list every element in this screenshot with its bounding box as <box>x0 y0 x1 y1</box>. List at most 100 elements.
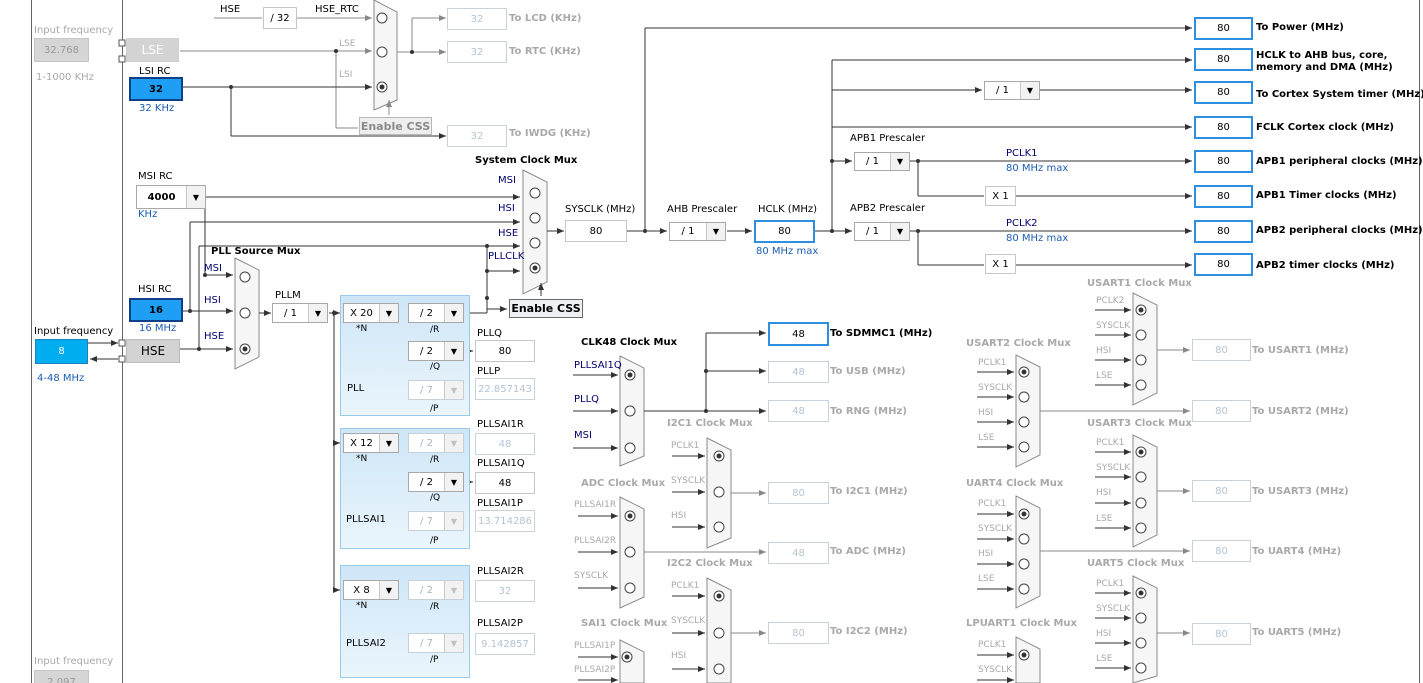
bottom-input-frequency-field[interactable]: 2.097 <box>34 670 89 683</box>
pllsai1-r-dropdown[interactable]: / 2 ▼ <box>408 433 464 453</box>
pll-source-hse-label: HSE <box>204 331 225 342</box>
hsi-unit-label: 16 MHz <box>139 323 177 334</box>
pllsai2-n-dropdown[interactable]: X 8 ▼ <box>343 580 399 600</box>
apb2-timer-output-value[interactable]: 80 <box>1194 253 1253 276</box>
lsi-rc-value[interactable]: 32 <box>129 77 183 101</box>
lcd-output-value: 32 <box>447 8 507 30</box>
rng-output-value: 48 <box>768 400 829 422</box>
pll-q-value: / 2 <box>420 345 433 357</box>
pll-p-dropdown[interactable]: / 7 ▼ <box>408 380 464 400</box>
pll-r-dropdown[interactable]: / 2 ▼ <box>408 303 464 323</box>
hclk-ahb-output-value[interactable]: 80 <box>1194 48 1253 71</box>
i2c2-output-label: To I2C2 (MHz) <box>830 626 908 637</box>
pllsai1-n-dropdown[interactable]: X 12 ▼ <box>343 433 399 453</box>
chevron-down-icon: ▼ <box>890 223 909 240</box>
fclk-output-value[interactable]: 80 <box>1194 116 1253 139</box>
apb2-timer-multiplier: X 1 <box>985 254 1016 274</box>
hse-range-label: 4-48 MHz <box>37 373 85 384</box>
uart4-mux-title: UART4 Clock Mux <box>966 478 1064 489</box>
apb2-peripheral-output-label: APB2 peripheral clocks (MHz) <box>1256 225 1423 236</box>
msi-unit-label: KHz <box>138 209 158 220</box>
chevron-down-icon: ▼ <box>444 434 463 452</box>
sdmmc1-output-label: To SDMMC1 (MHz) <box>830 328 933 339</box>
pllsai1q-label: PLLSAI1Q <box>477 458 525 469</box>
lse-input-frequency-field[interactable]: 32.768 <box>34 38 89 62</box>
apb2-prescaler-dropdown[interactable]: / 1 ▼ <box>854 222 910 241</box>
usart1-in-hsi: HSI <box>1096 346 1112 356</box>
pllsai2-p-label: /P <box>430 655 439 665</box>
apb1-timer-output-label: APB1 Timer clocks (MHz) <box>1256 190 1397 201</box>
system-clock-mux-title: System Clock Mux <box>475 155 578 166</box>
usart3-mux-title: USART3 Clock Mux <box>1087 418 1192 429</box>
rtc-enable-css-button[interactable]: Enable CSS <box>359 117 432 135</box>
sai1-mux <box>619 639 645 683</box>
hclk-label: HCLK (MHz) <box>758 204 818 215</box>
sys-mux-pllclk-label: PLLCLK <box>488 251 525 262</box>
pll-n-dropdown[interactable]: X 20 ▼ <box>343 303 399 323</box>
pllm-label: PLLM <box>275 290 301 301</box>
pllsai1q-value[interactable]: 48 <box>475 472 535 494</box>
pllsai1-name-label: PLLSAI1 <box>346 514 386 525</box>
usart2-in-lse: LSE <box>978 433 995 443</box>
iwdg-output-label: To IWDG (KHz) <box>509 128 591 139</box>
apb1-peripheral-output-value[interactable]: 80 <box>1194 150 1253 173</box>
adc-in-pllsai1r: PLLSAI1R <box>574 500 617 510</box>
lcd-output-label: To LCD (KHz) <box>509 13 582 24</box>
cortex-timer-divider-dropdown[interactable]: / 1 ▼ <box>984 81 1040 100</box>
pllsai1-q-dropdown[interactable]: / 2 ▼ <box>408 472 464 492</box>
apb2-timer-output-label: APB2 timer clocks (MHz) <box>1256 260 1395 271</box>
clk48-in-msi: MSI <box>574 430 592 441</box>
chevron-down-icon: ▼ <box>706 223 725 240</box>
lse-source-block[interactable]: LSE <box>126 38 179 62</box>
usart1-in-pclk2: PCLK2 <box>1096 296 1125 306</box>
usart1-mux-title: USART1 Clock Mux <box>1087 278 1192 289</box>
sysclk-value[interactable]: 80 <box>565 220 627 242</box>
hse-rtc-label: HSE_RTC <box>315 4 359 15</box>
pll-q-dropdown[interactable]: / 2 ▼ <box>408 341 464 361</box>
uart4-output-label: To UART4 (MHz) <box>1252 546 1342 557</box>
pllm-dropdown[interactable]: / 1 ▼ <box>272 303 328 323</box>
chevron-down-icon: ▼ <box>379 581 398 599</box>
pllsai1p-label: PLLSAI1P <box>477 498 523 509</box>
ahb-prescaler-dropdown[interactable]: / 1 ▼ <box>669 222 726 241</box>
apb2-peripheral-output-value[interactable]: 80 <box>1194 220 1253 243</box>
adc-output-label: To ADC (MHz) <box>830 546 906 557</box>
pllm-value: / 1 <box>284 307 297 319</box>
i2c1-output-value: 80 <box>768 482 829 504</box>
chevron-down-icon: ▼ <box>444 634 463 652</box>
pll-r-value: / 2 <box>420 307 433 319</box>
hsi-rc-value[interactable]: 16 <box>129 298 183 322</box>
apb1-prescaler-dropdown[interactable]: / 1 ▼ <box>854 152 910 171</box>
hse-source-block[interactable]: HSE <box>126 339 180 363</box>
pllsai1-p-dropdown[interactable]: / 7 ▼ <box>408 511 464 531</box>
adc-mux-title: ADC Clock Mux <box>581 478 666 489</box>
hse-input-frequency-field[interactable]: 8 <box>35 339 88 364</box>
pllsai2-p-dropdown[interactable]: / 7 ▼ <box>408 633 464 653</box>
pllq-label: PLLQ <box>477 328 503 339</box>
i2c2-in-sysclk: SYSCLK <box>671 616 706 626</box>
system-enable-css-button[interactable]: Enable CSS <box>509 299 583 318</box>
power-output-label: To Power (MHz) <box>1256 22 1344 33</box>
uart4-in-hsi: HSI <box>978 549 994 559</box>
cortex-timer-output-value[interactable]: 80 <box>1194 81 1253 104</box>
sdmmc1-output-value[interactable]: 48 <box>768 322 829 346</box>
chevron-down-icon: ▼ <box>444 473 463 491</box>
lpuart1-in-pclk1: PCLK1 <box>978 640 1007 650</box>
usart2-mux-title: USART2 Clock Mux <box>966 338 1071 349</box>
msi-frequency-dropdown[interactable]: 4000 ▼ <box>136 185 206 209</box>
hse-rtc-divider[interactable]: / 32 <box>263 7 297 29</box>
sys-mux-hse-label: HSE <box>498 228 519 239</box>
pllp-value: 22.857143 <box>475 378 535 400</box>
apb1-timer-output-value[interactable]: 80 <box>1194 185 1253 208</box>
pll-p-label: /P <box>430 404 439 414</box>
usart2-in-sysclk: SYSCLK <box>978 383 1013 393</box>
apb1-peripheral-output-label: APB1 peripheral clocks (MHz) <box>1256 156 1423 167</box>
usart1-in-sysclk: SYSCLK <box>1096 321 1131 331</box>
lpuart1-mux-title: LPUART1 Clock Mux <box>966 618 1077 629</box>
apb1-prescaler-value: / 1 <box>866 156 879 167</box>
uart4-output-value: 80 <box>1192 540 1251 562</box>
pllsai2-r-dropdown[interactable]: / 2 ▼ <box>408 580 464 600</box>
hclk-value[interactable]: 80 <box>754 220 815 243</box>
power-output-value[interactable]: 80 <box>1194 17 1253 40</box>
pllq-value[interactable]: 80 <box>475 340 535 362</box>
